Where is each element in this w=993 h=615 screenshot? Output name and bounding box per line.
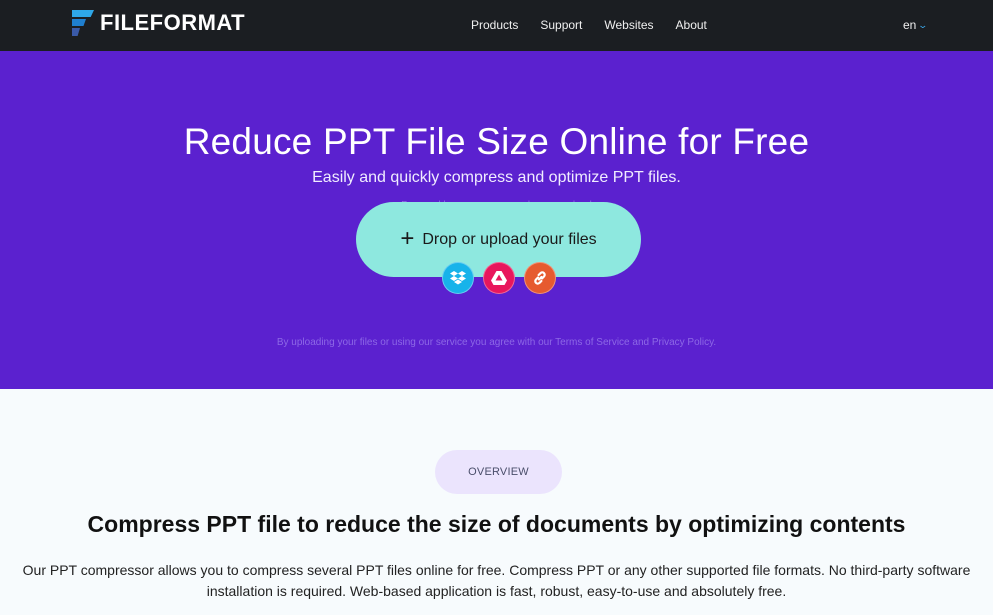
nav-about[interactable]: About	[676, 18, 707, 32]
logo-icon	[72, 10, 94, 36]
page-subtitle: Easily and quickly compress and optimize…	[312, 169, 681, 186]
dropbox-button[interactable]	[442, 262, 474, 294]
chevron-down-icon: ⌄	[917, 19, 929, 30]
language-selector[interactable]: en ⌄	[903, 18, 929, 32]
top-navbar: FILEFORMAT Products Support Websites Abo…	[0, 0, 993, 51]
dropbox-icon	[450, 271, 466, 285]
google-drive-icon	[491, 271, 507, 285]
hero-section: Reduce PPT File Size Online for Free Eas…	[0, 51, 993, 389]
section-heading: Compress PPT file to reduce the size of …	[87, 511, 906, 537]
nav-products[interactable]: Products	[471, 18, 518, 32]
overview-badge: OVERVIEW	[435, 450, 562, 494]
link-icon	[534, 271, 546, 285]
google-drive-button[interactable]	[483, 262, 515, 294]
main-nav: Products Support Websites About	[471, 18, 729, 32]
plus-icon: +	[400, 224, 415, 252]
terms-notice: By uploading your files or using our ser…	[276, 337, 717, 348]
nav-websites[interactable]: Websites	[604, 18, 653, 32]
fileformat-logo[interactable]: FILEFORMAT	[72, 10, 245, 36]
upload-label: Drop or upload your files	[422, 230, 597, 248]
cloud-sources	[442, 262, 556, 294]
url-link-button[interactable]	[524, 262, 556, 294]
section-description: Our PPT compressor allows you to compres…	[22, 562, 971, 599]
brand-name: FILEFORMAT	[100, 10, 246, 35]
nav-support[interactable]: Support	[540, 18, 582, 32]
language-label: en	[903, 18, 917, 32]
page-title: Reduce PPT File Size Online for Free	[183, 121, 810, 162]
